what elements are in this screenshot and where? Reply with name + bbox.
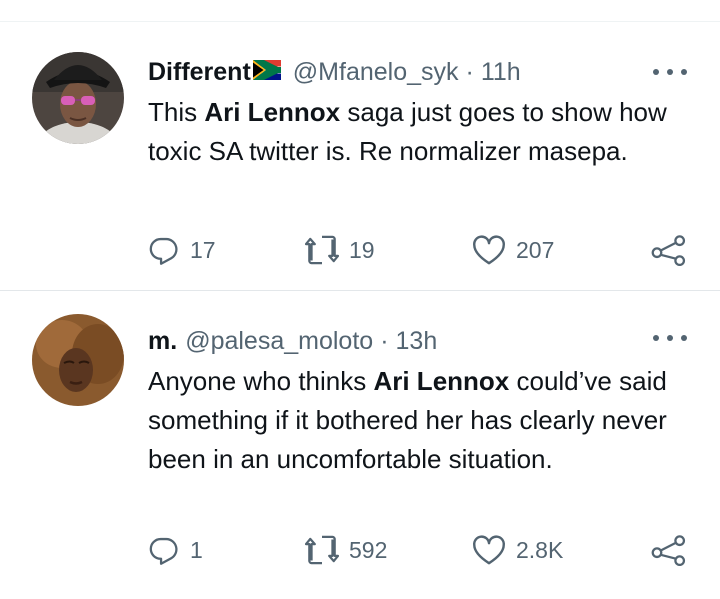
like-button[interactable]: 207: [472, 232, 554, 268]
avatar-image: [32, 52, 124, 144]
retweet-button[interactable]: 19: [305, 232, 375, 268]
tweet-actions: 1 592 2.8K: [0, 532, 720, 568]
display-name[interactable]: Different: [148, 55, 251, 89]
tweet-text-bold: Ari Lennox: [204, 97, 341, 127]
more-horizontal-icon[interactable]: [653, 67, 687, 77]
retweet-count: 19: [349, 236, 375, 263]
tweet-text-bold: Ari Lennox: [373, 366, 510, 396]
user-handle[interactable]: @palesa_moloto: [185, 324, 373, 358]
reply-icon: [149, 237, 178, 265]
like-count: 2.8K: [516, 536, 564, 563]
avatar[interactable]: [32, 52, 124, 144]
like-count: 207: [516, 236, 555, 263]
user-handle[interactable]: @Mfanelo_syk: [293, 55, 459, 89]
like-button[interactable]: 2.8K: [472, 532, 563, 568]
share-icon: [651, 535, 686, 566]
retweet-icon: [305, 235, 339, 265]
share-button[interactable]: [650, 532, 688, 568]
tweet-actions: 17 19 207: [0, 232, 720, 268]
reply-count: 17: [190, 236, 216, 263]
reply-icon: [149, 537, 178, 565]
heart-icon: [473, 535, 505, 565]
retweet-button[interactable]: 592: [305, 532, 387, 568]
share-icon: [651, 235, 686, 266]
heart-icon: [473, 235, 505, 265]
tweet[interactable]: m. @palesa_moloto · 13h Anyone who think…: [0, 291, 720, 599]
avatar-image: [32, 314, 124, 406]
separator-dot: ·: [465, 58, 474, 86]
separator-dot: ·: [380, 327, 389, 355]
tweet-text: This Ari Lennox saga just goes to show h…: [148, 97, 667, 166]
timeline: Different @Mfanelo_syk · 11h This Ari Le…: [0, 0, 720, 599]
tweet-header: m. @palesa_moloto · 13h: [148, 324, 437, 358]
reply-button[interactable]: 1: [148, 532, 203, 568]
retweet-count: 592: [349, 536, 388, 563]
reply-button[interactable]: 17: [148, 232, 216, 268]
more-horizontal-icon[interactable]: [653, 333, 687, 343]
share-button[interactable]: [650, 232, 688, 268]
tweet[interactable]: Different @Mfanelo_syk · 11h This Ari Le…: [0, 22, 720, 290]
display-name[interactable]: m.: [148, 324, 177, 358]
tweet-header: Different @Mfanelo_syk · 11h: [148, 55, 521, 89]
retweet-icon: [305, 535, 339, 565]
reply-count: 1: [190, 536, 203, 563]
timestamp[interactable]: 11h: [481, 55, 521, 89]
avatar[interactable]: [32, 314, 124, 406]
tweet-text: Anyone who thinks Ari Lennox could’ve sa…: [148, 366, 667, 474]
south-africa-flag-icon: [252, 55, 281, 89]
timestamp[interactable]: 13h: [396, 324, 438, 358]
